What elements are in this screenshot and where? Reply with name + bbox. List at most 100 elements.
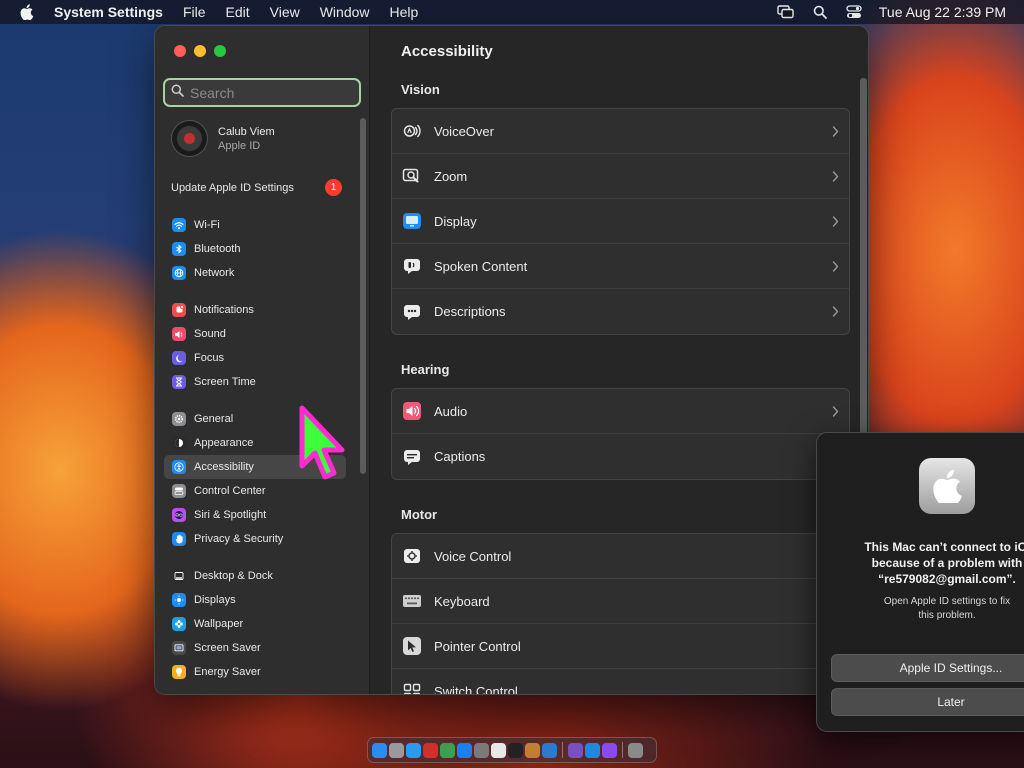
sidebar-item-screen-time[interactable]: Screen Time	[164, 370, 346, 394]
menu-help[interactable]: Help	[380, 0, 429, 24]
section-label-vision: Vision	[401, 82, 440, 97]
settings-row-label: Zoom	[434, 168, 468, 184]
dock-app-app-store-icon[interactable]	[457, 742, 472, 758]
settings-row-descriptions[interactable]: Descriptions	[392, 289, 849, 334]
screensaver-icon	[172, 641, 186, 655]
dock-app-podcasts-icon[interactable]	[602, 742, 617, 758]
keyboard-icon	[402, 591, 422, 611]
sidebar-item-label: Control Center	[194, 485, 266, 497]
sidebar-item-wi-fi[interactable]: Wi-Fi	[164, 213, 346, 237]
sidebar-item-label: Siri & Spotlight	[194, 509, 267, 521]
sidebar-item-notifications[interactable]: Notifications	[164, 298, 346, 322]
dock-app-vscode-icon[interactable]	[542, 742, 557, 758]
sidebar-item-desktop-dock[interactable]: Desktop & Dock	[164, 564, 346, 588]
display-icon	[402, 211, 422, 231]
sidebar-group-separator	[164, 551, 346, 564]
settings-row-label: Display	[434, 213, 477, 229]
apple-id-profile[interactable]: Calub Viem Apple ID	[171, 120, 275, 157]
dock-app-system-settings-icon[interactable]	[474, 742, 489, 758]
minimize-window-button[interactable]	[194, 45, 206, 57]
descriptions-icon	[402, 302, 422, 322]
later-button[interactable]: Later	[831, 688, 1024, 716]
switch-control-icon	[402, 682, 422, 694]
dock-app-finder-icon[interactable]	[372, 742, 387, 758]
wifi-icon	[172, 218, 186, 232]
settings-row-spoken-content[interactable]: Spoken Content	[392, 244, 849, 289]
dock-app-trash-icon[interactable]	[628, 742, 643, 758]
moon-icon	[172, 351, 186, 365]
sidebar-item-energy-saver[interactable]: Energy Saver	[164, 660, 346, 684]
sidebar-item-sound[interactable]: Sound	[164, 322, 346, 346]
settings-row-label: Descriptions	[434, 304, 506, 319]
sidebar-item-bluetooth[interactable]: Bluetooth	[164, 237, 346, 261]
menu-view[interactable]: View	[260, 0, 310, 24]
sidebar-item-wallpaper[interactable]: Wallpaper	[164, 612, 346, 636]
settings-row-label: VoiceOver	[434, 123, 494, 139]
chevron-right-icon	[832, 124, 839, 142]
icloud-error-notification: This Mac can’t connect to iCl because of…	[816, 432, 1024, 732]
sidebar-item-siri-spotlight[interactable]: Siri & Spotlight	[164, 503, 346, 527]
dock-app-safari-icon[interactable]	[406, 742, 421, 758]
sidebar-item-network[interactable]: Network	[164, 261, 346, 285]
menu-app-name[interactable]: System Settings	[44, 0, 173, 24]
settings-row-label: Spoken Content	[434, 258, 528, 274]
settings-row-voice-control[interactable]: Voice Control	[392, 534, 849, 579]
settings-row-label: Captions	[434, 449, 486, 464]
dock	[367, 737, 657, 763]
sidebar-item-label: General	[194, 413, 234, 425]
profile-name: Calub Viem	[218, 125, 275, 138]
spotlight-search-icon[interactable]	[803, 0, 837, 24]
sidebar-item-displays[interactable]: Displays	[164, 588, 346, 612]
display-mirroring-icon[interactable]	[769, 0, 803, 24]
dock-app-terminal-icon[interactable]	[508, 742, 523, 758]
section-group-hearing: Audio Captions	[391, 388, 850, 480]
settings-row-audio[interactable]: Audio	[392, 389, 849, 434]
flower-icon	[172, 617, 186, 631]
dock-app-textedit-icon[interactable]	[491, 742, 506, 758]
settings-row-pointer-control[interactable]: Pointer Control	[392, 624, 849, 669]
update-badge: 1	[325, 179, 342, 196]
settings-row-display[interactable]: Display	[392, 199, 849, 244]
sidebar-item-screen-saver[interactable]: Screen Saver	[164, 636, 346, 660]
dock-app-brush-app-icon[interactable]	[525, 742, 540, 758]
control-center-icon	[172, 484, 186, 498]
sidebar-item-label: Sound	[194, 328, 226, 340]
sidebar-item-focus[interactable]: Focus	[164, 346, 346, 370]
sidebar-item-privacy-security[interactable]: Privacy & Security	[164, 527, 346, 551]
dock-app-launchpad-icon[interactable]	[389, 742, 404, 758]
settings-row-zoom[interactable]: Zoom	[392, 154, 849, 199]
settings-row-captions[interactable]: Captions	[392, 434, 849, 479]
settings-row-voiceover[interactable]: VoiceOver	[392, 109, 849, 154]
chevron-right-icon	[832, 259, 839, 277]
dock-app-onedrive-icon[interactable]	[585, 742, 600, 758]
dock-app-visual-studio-icon[interactable]	[568, 742, 583, 758]
menu-file[interactable]: File	[173, 0, 216, 24]
content-scrollbar[interactable]	[860, 78, 867, 468]
globe-icon	[172, 266, 186, 280]
settings-row-label: Switch Control	[434, 684, 518, 695]
dock-app-photo-booth-icon[interactable]	[423, 742, 438, 758]
dialog-subtext: Open Apple ID settings to fix this probl…	[817, 595, 1024, 623]
menu-clock[interactable]: Tue Aug 22 2:39 PM	[879, 4, 1006, 20]
apple-menu-icon[interactable]	[10, 4, 44, 20]
appearance-icon	[172, 436, 186, 450]
update-apple-id-settings[interactable]: Update Apple ID Settings 1	[171, 179, 342, 196]
sidebar-item-label: Notifications	[194, 304, 254, 316]
control-center-icon[interactable]	[837, 0, 871, 24]
bluetooth-icon	[172, 242, 186, 256]
settings-row-keyboard[interactable]: Keyboard	[392, 579, 849, 624]
sidebar-scrollbar[interactable]	[360, 118, 366, 474]
menu-edit[interactable]: Edit	[216, 0, 260, 24]
dock-app-chrome-icon[interactable]	[440, 742, 455, 758]
audio-icon	[402, 401, 422, 421]
menu-window[interactable]: Window	[310, 0, 380, 24]
apple-id-settings-button[interactable]: Apple ID Settings...	[831, 654, 1024, 682]
close-window-button[interactable]	[174, 45, 186, 57]
zoom-window-button[interactable]	[214, 45, 226, 57]
settings-row-switch-control[interactable]: Switch Control	[392, 669, 849, 695]
dialog-message: This Mac can’t connect to iCl because of…	[817, 539, 1024, 587]
profile-subtitle: Apple ID	[218, 139, 261, 152]
search-field[interactable]	[163, 78, 361, 107]
pointer-control-icon	[402, 636, 422, 656]
search-input[interactable]	[190, 84, 350, 101]
